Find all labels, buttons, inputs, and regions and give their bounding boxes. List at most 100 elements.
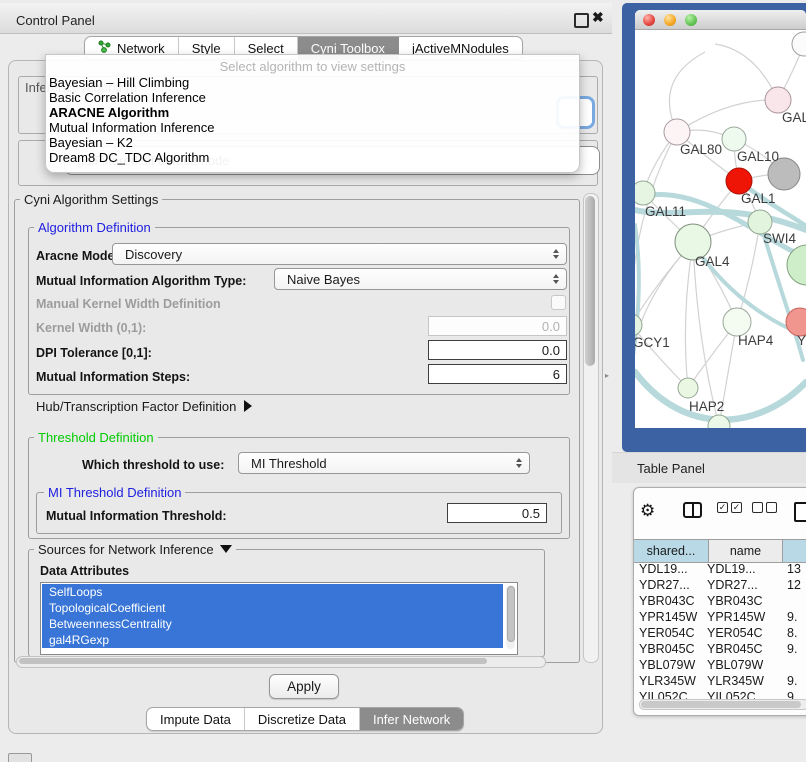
apply-button[interactable]: Apply [269,674,339,699]
network-node-gal10[interactable] [722,127,746,151]
mi-algorithm-type-combo[interactable]: Naive Bayes [274,268,567,290]
select-all-checkboxes-icon[interactable]: ✓✓ [717,502,742,513]
mi-steps-field[interactable]: 6 [428,364,567,384]
tab-impute-data[interactable]: Impute Data [147,708,245,730]
mi-threshold-label: Mutual Information Threshold: [46,509,227,523]
expand-arrow-icon[interactable] [244,400,252,412]
table-row[interactable]: YLR345WYLR345W9. [634,673,806,689]
column-header-partial[interactable] [783,540,806,562]
table-row[interactable]: YBR045CYBR045C9. [634,641,806,657]
list-item-gal4rgexp[interactable]: gal4RGexp [42,632,503,648]
column-header-shared-name[interactable]: shared... [634,540,709,562]
network-node-hap2[interactable] [678,378,698,398]
algorithm-option-basic-correlation[interactable]: Basic Correlation Inference [46,90,582,105]
network-node[interactable] [792,32,806,56]
network-node-hap4[interactable] [723,308,751,336]
table-row[interactable]: YIL052CYIL052C9 [634,689,806,699]
table-row[interactable]: YPR145WYPR145W9. [634,609,806,625]
gear-icon[interactable]: ⚙ [640,502,655,519]
tab-discretize-data[interactable]: Discretize Data [245,708,360,730]
kernel-width-label: Kernel Width (0,1): [36,321,146,335]
node-label: HAP4 [738,333,774,348]
hub-tf-definition-label: Hub/Transcription Factor Definition [36,399,236,414]
node-label: GAL80 [680,142,722,157]
algorithm-definition-title: Algorithm Definition [34,220,155,235]
settings-vertical-scrollbar[interactable] [583,193,599,663]
node-label: SWI4 [763,231,796,246]
deselect-all-checkboxes-icon[interactable] [752,502,777,513]
algorithm-option-mutual-information[interactable]: Mutual Information Inference [46,120,582,135]
float-panel-icon[interactable] [574,13,589,28]
combo-spinner-icon [553,249,559,259]
column-header-name[interactable]: name [709,540,783,562]
aracne-mode-combo[interactable]: Discovery [112,243,567,265]
tab-infer-network[interactable]: Infer Network [360,708,463,730]
dpi-tolerance-label: DPI Tolerance [0,1]: [36,346,152,360]
data-attributes-list[interactable]: SelfLoops TopologicalCoefficient Between… [40,582,518,655]
mi-algorithm-type-label: Mutual Information Algorithm Type: [36,274,246,288]
mi-algorithm-type-value: Naive Bayes [287,272,360,287]
algorithm-option-dream8[interactable]: Dream8 DC_TDC Algorithm [46,150,582,165]
algorithm-dropdown-placeholder: Select algorithm to view settings [46,59,579,74]
network-window: GAL GAL80 GAL10 GAL1 GAL11 SWI4 GAL4 GCY… [635,10,806,428]
scrollbar-thumb[interactable] [585,196,595,366]
table-window: ⚙ ✓✓ shared... name YDL19...YDL19...13 Y… [633,487,806,716]
table-row[interactable]: YDL19...YDL19...13 [634,561,806,577]
node-label: Y [797,333,806,348]
document-icon[interactable] [794,502,806,522]
manual-kernel-width-checkbox[interactable] [551,295,566,310]
minimize-window-icon[interactable] [664,14,676,26]
combo-spinner-icon [516,458,522,468]
node-label: GAL10 [737,149,779,164]
kernel-width-field[interactable]: 0.0 [428,316,567,336]
cyni-algorithm-settings-title: Cyni Algorithm Settings [20,192,162,207]
mi-threshold-field[interactable]: 0.5 [447,503,547,523]
algorithm-option-bayesian-k2[interactable]: Bayesian – K2 [46,135,582,150]
network-canvas[interactable]: GAL GAL80 GAL10 GAL1 GAL11 SWI4 GAL4 GCY… [635,30,806,428]
threshold-definition-title: Threshold Definition [34,430,158,445]
splitter-handle-icon[interactable]: ▸ [605,371,609,380]
control-panel-titlebar: Control Panel ✖ [0,3,612,34]
table-header: shared... name [634,539,806,563]
close-window-icon[interactable] [643,14,655,26]
table-row[interactable]: YBL079WYBL079W [634,657,806,673]
list-item-selfloops[interactable]: SelfLoops [42,584,503,600]
sources-group-title[interactable]: Sources for Network Inference [34,542,236,557]
which-threshold-combo[interactable]: MI Threshold [238,452,530,474]
control-panel-title: Control Panel [16,13,95,28]
cyni-bottom-tabbar: Impute Data Discretize Data Infer Networ… [146,707,464,731]
node-label: HAP2 [689,399,724,414]
settings-horizontal-scrollbar[interactable] [16,656,546,668]
node-label: GAL11 [645,204,686,219]
list-item-betweennesscentrality[interactable]: BetweennessCentrality [42,616,503,632]
mi-steps-label: Mutual Information Steps: [36,370,190,384]
list-item-topologicalcoefficient[interactable]: TopologicalCoefficient [42,600,503,616]
node-label: GCY1 [635,335,670,350]
network-window-titlebar[interactable] [635,10,806,30]
table-row[interactable]: YER054CYER054C8. [634,625,806,641]
zoom-window-icon[interactable] [685,14,697,26]
algorithm-option-bayesian-hill[interactable]: Bayesian – Hill Climbing [46,75,582,90]
table-panel-titlebar: Table Panel [612,452,806,483]
table-horizontal-scrollbar[interactable] [639,699,806,710]
scrollbar-thumb[interactable] [507,586,515,642]
collapsed-panel-button[interactable] [8,753,32,762]
aracne-mode-label: Aracne Mode: [36,249,119,263]
collapse-arrow-icon[interactable] [220,545,232,553]
table-row[interactable]: YBR043CYBR043C [634,593,806,609]
close-panel-icon[interactable]: ✖ [592,9,604,26]
hub-tf-definition-row[interactable]: Hub/Transcription Factor Definition [36,399,252,414]
network-node-gcy1[interactable] [635,314,642,336]
which-threshold-value: MI Threshold [251,456,327,471]
scrollbar-thumb[interactable] [19,658,487,664]
dpi-tolerance-field[interactable]: 0.0 [428,340,567,360]
scrollbar-thumb[interactable] [641,701,801,708]
network-node-gal11[interactable] [635,181,655,205]
mi-threshold-group-title: MI Threshold Definition [44,485,185,500]
table-rows: YDL19...YDL19...13 YDR27...YDR27...12 YB… [634,561,806,699]
list-vertical-scrollbar[interactable] [506,585,515,649]
algorithm-option-aracne[interactable]: ARACNE Algorithm [46,105,582,120]
table-panel-title: Table Panel [637,461,705,476]
split-view-icon[interactable] [683,502,702,518]
table-row[interactable]: YDR27...YDR27...12 [634,577,806,593]
